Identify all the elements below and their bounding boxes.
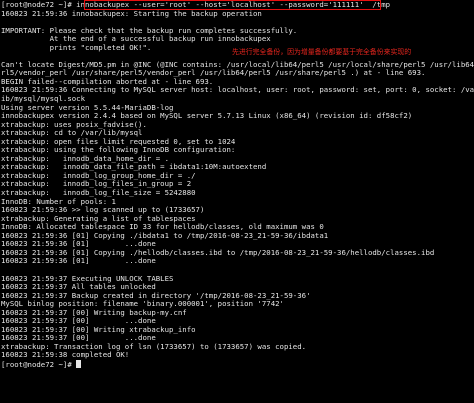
output-line: 160823 21:59:38 completed OK!: [1, 350, 130, 360]
prompt-line: [root@node72 ~]#: [1, 359, 474, 369]
output-line: 160823 21:59:36 innobackupex: Starting t…: [1, 8, 262, 18]
terminal-window[interactable]: [root@node72 ~]# innobackupex --user='ro…: [0, 0, 474, 403]
output-line: 160823 21:59:36 [01] ...done: [1, 256, 156, 266]
cursor-icon: [76, 359, 82, 368]
annotation-text: 先进行完全备份，因为增量备份都要基于完全备份来实现的: [232, 48, 412, 56]
terminal-output: [root@node72 ~]# innobackupex --user='ro…: [1, 0, 474, 369]
